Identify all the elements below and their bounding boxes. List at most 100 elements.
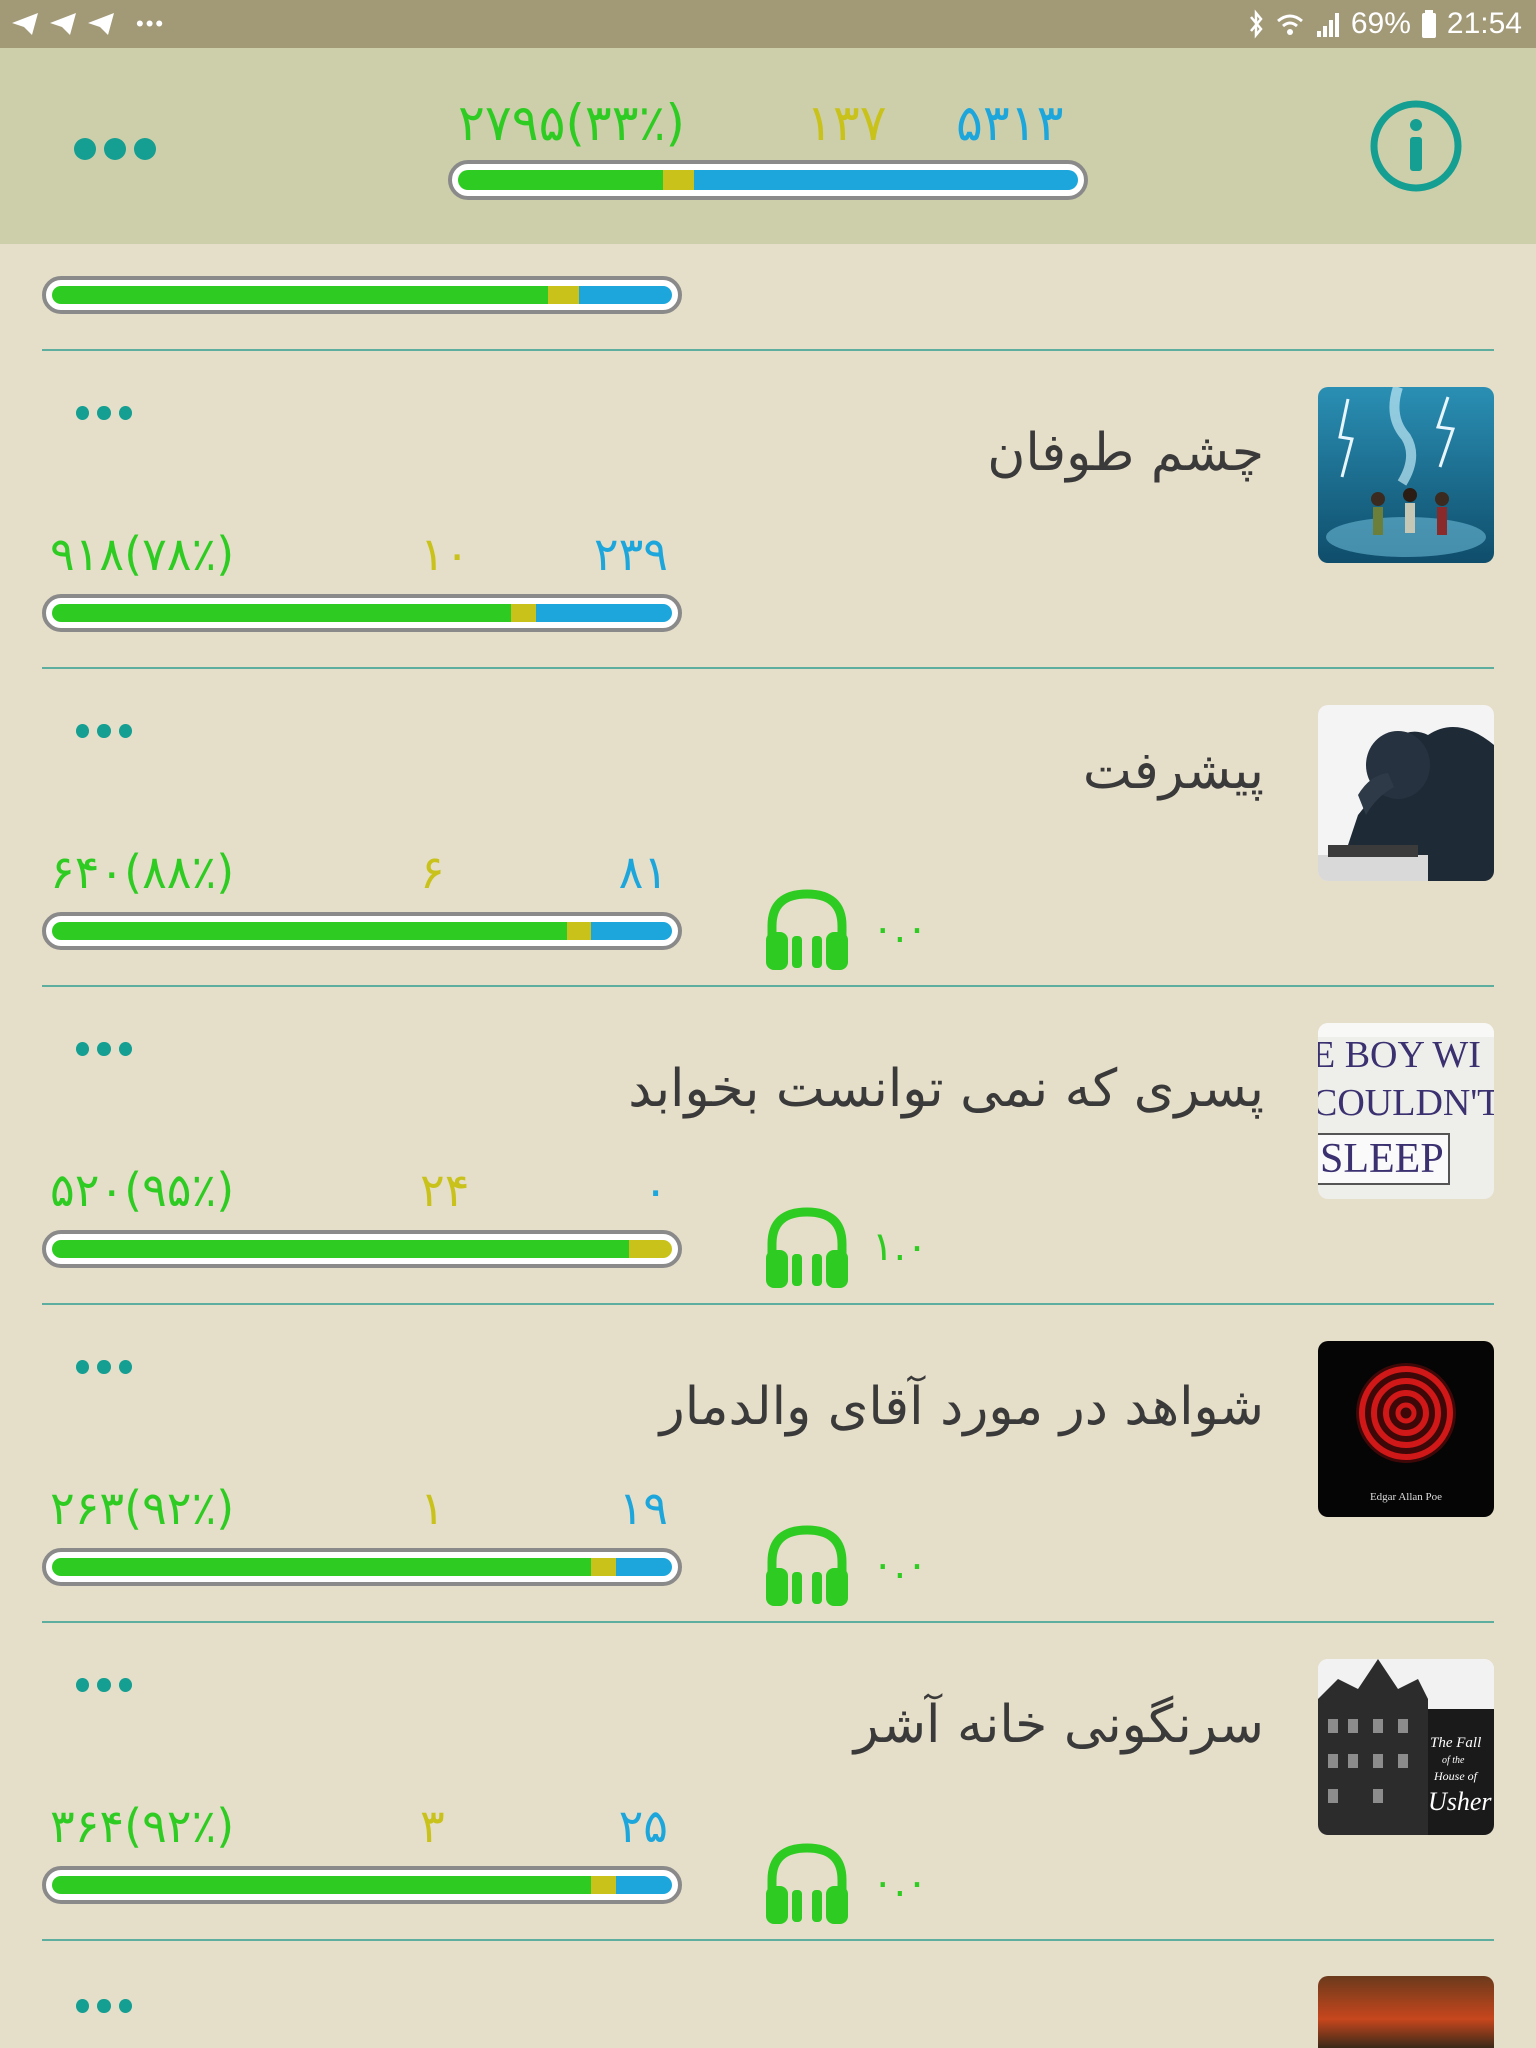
telegram-icon (50, 13, 76, 35)
progress-yellow (510, 604, 536, 622)
book-learned: ۶۴۰(۸۸٪) (50, 845, 235, 899)
audio-speed: ۰.۰ (872, 906, 928, 952)
audio-speed: ۱.۰ (872, 1224, 928, 1270)
book-cover[interactable]: The Fall of the House of Usher (1318, 1659, 1494, 1835)
headphones-icon (766, 889, 848, 970)
info-icon[interactable] (1368, 98, 1464, 194)
book-learned: ۵۲۰(۹۵٪) (50, 1163, 235, 1217)
book-review: ۳ (420, 1799, 445, 1853)
cover-text: of the (1442, 1755, 1465, 1766)
progress-green (458, 170, 663, 190)
progress-green (52, 922, 567, 940)
progress-blue (616, 1558, 672, 1576)
book-title[interactable]: سرنگونی خانه آشر (854, 1695, 1264, 1755)
book-review: ۲۴ (420, 1163, 470, 1217)
cover-text: COULDN'T (1318, 1082, 1494, 1124)
progress-yellow (591, 1558, 617, 1576)
book-menu-button[interactable] (76, 403, 132, 423)
audio-speed: ۰.۰ (872, 1542, 928, 1588)
cover-text: Edgar Allan Poe (1369, 1491, 1443, 1503)
more-notifications-icon: ••• (136, 11, 166, 36)
status-bar: ••• 69% 21:54 (0, 0, 1536, 48)
telegram-icon (88, 13, 114, 35)
row-divider (42, 1303, 1494, 1305)
audio-button[interactable]: ۰.۰ (762, 883, 942, 975)
book-new: ۰ (643, 1163, 668, 1217)
book-review: ۱۰ (420, 527, 470, 581)
progress-green (52, 286, 548, 304)
total-new: ۵۳۱۳ (956, 94, 1064, 152)
book-cover[interactable] (1318, 705, 1494, 881)
progress-yellow (591, 1876, 617, 1894)
book-new: ۲۳۹ (593, 527, 668, 581)
book-title[interactable]: چشم طوفان (987, 423, 1264, 483)
wifi-icon (1276, 14, 1303, 35)
book-menu-button[interactable] (76, 1996, 132, 2016)
progress-yellow (566, 922, 592, 940)
bluetooth-icon (1249, 9, 1263, 39)
progress-blue (616, 1876, 672, 1894)
cover-text: The Fall (1430, 1735, 1482, 1751)
book-cover[interactable] (1318, 387, 1494, 563)
system-icons: 69% 21:54 (1247, 4, 1522, 44)
book-menu-button[interactable] (76, 1675, 132, 1695)
book-new: ۱۹ (618, 1481, 668, 1535)
book-progress-bar (42, 276, 682, 314)
battery-percent: 69% (1350, 7, 1411, 40)
book-menu-button[interactable] (76, 721, 132, 741)
row-divider (42, 985, 1494, 987)
progress-blue (579, 286, 672, 304)
book-learned: ۹۱۸(۷۸٪) (50, 527, 235, 581)
cover-text: House of (1434, 1769, 1477, 1783)
book-cover[interactable] (1318, 1976, 1494, 2048)
headphones-icon (766, 1525, 848, 1606)
progress-yellow (548, 286, 579, 304)
telegram-icon (12, 13, 38, 35)
audio-button[interactable]: ۰.۰ (762, 1837, 942, 1929)
progress-blue (693, 170, 1078, 190)
audio-button[interactable]: ۱.۰ (762, 1201, 942, 1293)
book-progress-bar (42, 912, 682, 950)
book-progress-bar (42, 1866, 682, 1904)
headphones-icon (766, 1207, 848, 1288)
book-review: ۱ (420, 1481, 445, 1535)
signal-icon (1316, 13, 1339, 37)
row-divider (42, 349, 1494, 351)
book-title[interactable]: پسری که نمی توانست بخوابد (628, 1059, 1264, 1119)
book-progress-bar (42, 1230, 682, 1268)
book-cover[interactable]: E BOY WI COULDN'T SLEEP (1318, 1023, 1494, 1199)
progress-green (52, 1240, 629, 1258)
total-learned: ۲۷۹۵(۳۳٪) (458, 94, 686, 152)
progress-blue (591, 922, 672, 940)
app-header: ۲۷۹۵(۳۳٪) ۱۳۷ ۵۳۱۳ (0, 48, 1536, 244)
row-divider (42, 1939, 1494, 1941)
row-divider (42, 667, 1494, 669)
clock: 21:54 (1446, 7, 1522, 40)
audio-speed: ۰.۰ (872, 1860, 928, 1906)
book-menu-button[interactable] (76, 1039, 132, 1059)
book-title[interactable]: پیشرفت (1083, 741, 1264, 801)
cover-text: E BOY WI (1318, 1034, 1481, 1076)
more-dots-icon[interactable] (74, 134, 170, 164)
cover-text: SLEEP (1318, 1133, 1450, 1185)
book-progress-bar (42, 1548, 682, 1586)
audio-button[interactable]: ۰.۰ (762, 1519, 942, 1611)
book-learned: ۲۶۳(۹۲٪) (50, 1481, 235, 1535)
progress-green (52, 1876, 592, 1894)
notification-icons: ••• (10, 6, 165, 42)
total-stats: ۲۷۹۵(۳۳٪) ۱۳۷ ۵۳۱۳ (448, 94, 1088, 158)
book-new: ۸۱ (618, 845, 668, 899)
progress-green (52, 1558, 592, 1576)
book-cover[interactable]: Edgar Allan Poe (1318, 1341, 1494, 1517)
book-menu-button[interactable] (76, 1357, 132, 1377)
battery-icon (1421, 10, 1436, 38)
book-learned: ۳۶۴(۹۲٪) (50, 1799, 235, 1853)
row-divider (42, 1621, 1494, 1623)
book-new: ۲۵ (618, 1799, 668, 1853)
headphones-icon (766, 1843, 848, 1924)
book-title[interactable]: شواهد در مورد آقای والدمار (660, 1377, 1264, 1437)
progress-yellow (662, 170, 694, 190)
total-progress-bar (448, 160, 1088, 200)
total-review: ۱۳۷ (806, 94, 887, 152)
book-review: ۶ (420, 845, 445, 899)
